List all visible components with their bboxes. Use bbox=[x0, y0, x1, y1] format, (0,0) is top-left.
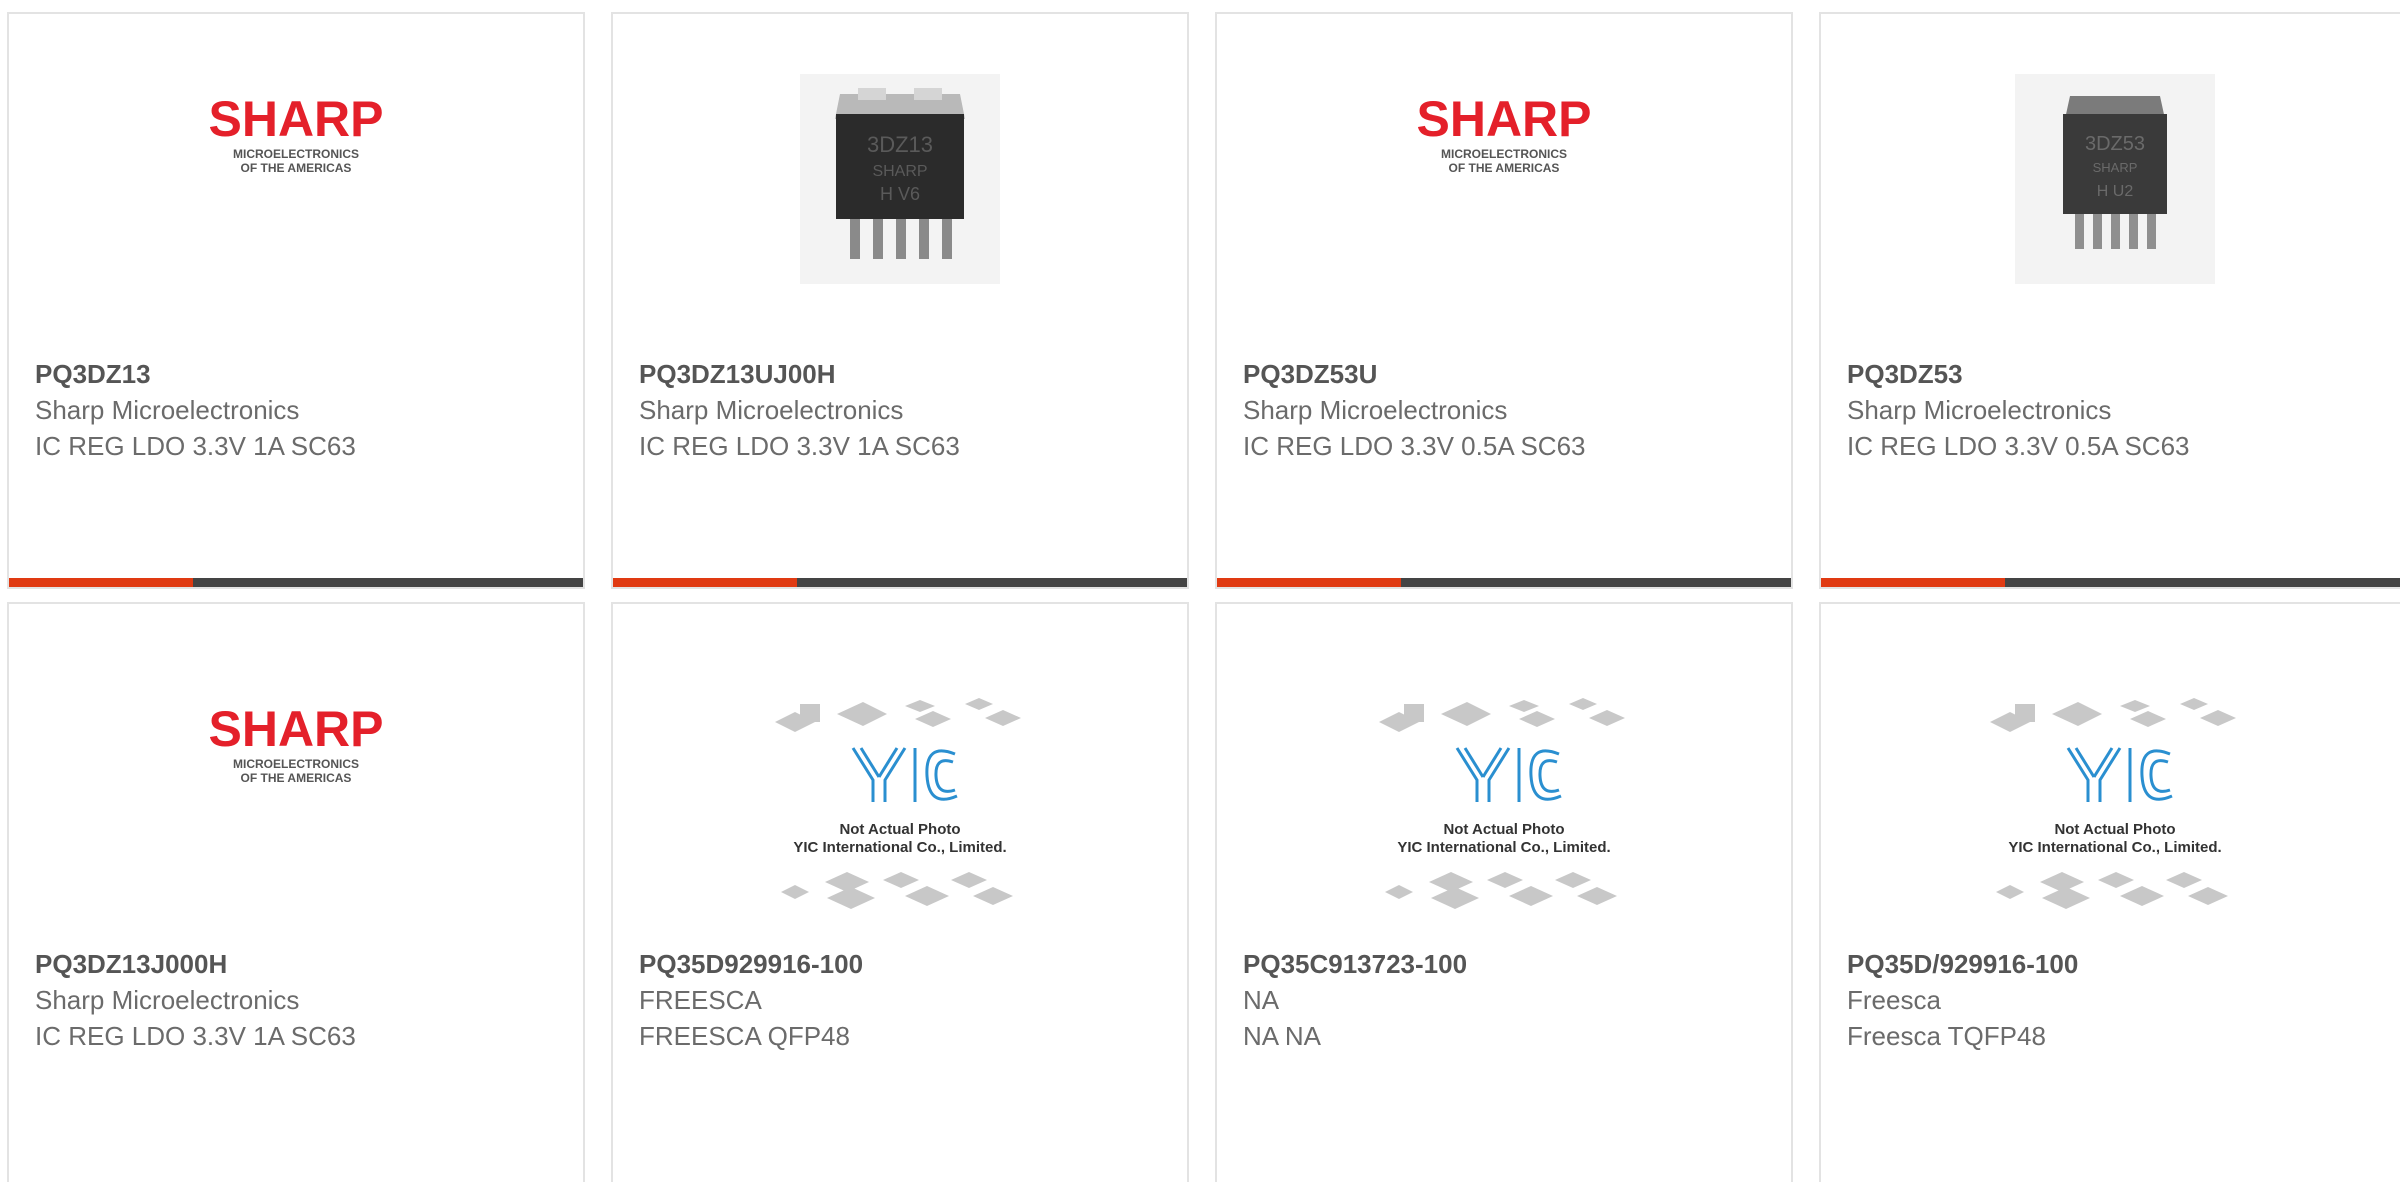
product-card[interactable]: 3DZ53 SHARP H U2 PQ3DZ53 Sharp Microelec… bbox=[1819, 12, 2400, 589]
svg-text:SHARP: SHARP bbox=[1416, 91, 1591, 147]
manufacturer: Freesca bbox=[1847, 985, 1941, 1015]
svg-text:OF THE AMERICAS: OF THE AMERICAS bbox=[241, 771, 352, 785]
description: IC REG LDO 3.3V 0.5A SC63 bbox=[1847, 431, 2190, 461]
part-number[interactable]: PQ3DZ53U bbox=[1243, 356, 1771, 392]
part-number[interactable]: PQ3DZ13J000H bbox=[35, 946, 563, 982]
svg-text:3DZ13: 3DZ13 bbox=[867, 132, 933, 157]
svg-text:SHARP: SHARP bbox=[208, 701, 383, 757]
card-bottom-bar bbox=[9, 578, 583, 587]
svg-text:OF THE AMERICAS: OF THE AMERICAS bbox=[1449, 161, 1560, 175]
product-card[interactable]: SHARP MICROELECTRONICS OF THE AMERICAS P… bbox=[7, 602, 585, 1182]
product-image[interactable]: SHARP MICROELECTRONICS OF THE AMERICAS bbox=[9, 684, 583, 934]
product-card[interactable]: Not Actual Photo YIC International Co., … bbox=[1215, 602, 1793, 1182]
product-card[interactable]: SHARP MICROELECTRONICS OF THE AMERICAS P… bbox=[1215, 12, 1793, 589]
product-image[interactable]: 3DZ53 SHARP H U2 bbox=[1821, 74, 2400, 324]
svg-text:MICROELECTRONICS: MICROELECTRONICS bbox=[1441, 147, 1567, 161]
svg-text:3DZ53: 3DZ53 bbox=[2085, 133, 2145, 155]
svg-text:SHARP: SHARP bbox=[872, 163, 927, 180]
description: IC REG LDO 3.3V 1A SC63 bbox=[35, 1021, 356, 1051]
svg-text:YIC International Co., Limited: YIC International Co., Limited. bbox=[2008, 839, 2221, 856]
description: NA NA bbox=[1243, 1021, 1322, 1051]
description: Freesca TQFP48 bbox=[1847, 1021, 2046, 1051]
card-bar-accent bbox=[613, 578, 797, 587]
manufacturer: FREESCA bbox=[639, 985, 762, 1015]
svg-text:H V6: H V6 bbox=[880, 184, 920, 204]
placeholder-photo-icon: Not Actual Photo YIC International Co., … bbox=[1990, 698, 2236, 909]
chip-photo-icon: 3DZ13 SHARP H V6 bbox=[800, 74, 1000, 284]
svg-text:SHARP: SHARP bbox=[2093, 160, 2138, 175]
svg-text:YIC International Co., Limited: YIC International Co., Limited. bbox=[1397, 839, 1610, 856]
description: FREESCA QFP48 bbox=[639, 1021, 850, 1051]
svg-text:MICROELECTRONICS: MICROELECTRONICS bbox=[233, 147, 359, 161]
sharp-logo-icon: SHARP MICROELECTRONICS OF THE AMERICAS bbox=[208, 91, 383, 175]
card-bottom-bar bbox=[613, 578, 1187, 587]
placeholder-photo-icon: Not Actual Photo YIC International Co., … bbox=[775, 698, 1021, 909]
card-bottom-bar bbox=[1217, 578, 1791, 587]
manufacturer: NA bbox=[1243, 985, 1280, 1015]
description: IC REG LDO 3.3V 0.5A SC63 bbox=[1243, 431, 1586, 461]
card-bar-accent bbox=[9, 578, 193, 587]
card-bar-accent bbox=[1821, 578, 2005, 587]
sharp-logo-icon: SHARP MICROELECTRONICS OF THE AMERICAS bbox=[208, 701, 383, 785]
product-card[interactable]: SHARP MICROELECTRONICS OF THE AMERICAS P… bbox=[7, 12, 585, 589]
product-image[interactable]: SHARP MICROELECTRONICS OF THE AMERICAS bbox=[9, 74, 583, 324]
description: IC REG LDO 3.3V 1A SC63 bbox=[639, 431, 960, 461]
product-image[interactable]: 3DZ13 SHARP H V6 bbox=[613, 74, 1187, 324]
manufacturer: Sharp Microelectronics bbox=[35, 395, 300, 425]
chip-photo-icon: 3DZ53 SHARP H U2 bbox=[2015, 74, 2215, 284]
product-image[interactable]: SHARP MICROELECTRONICS OF THE AMERICAS bbox=[1217, 74, 1791, 324]
product-card[interactable]: Not Actual Photo YIC International Co., … bbox=[611, 602, 1189, 1182]
manufacturer: Sharp Microelectronics bbox=[1847, 395, 2112, 425]
manufacturer: Sharp Microelectronics bbox=[35, 985, 300, 1015]
card-bottom-bar bbox=[1821, 578, 2400, 587]
manufacturer: Sharp Microelectronics bbox=[639, 395, 904, 425]
manufacturer: Sharp Microelectronics bbox=[1243, 395, 1508, 425]
svg-text:MICROELECTRONICS: MICROELECTRONICS bbox=[233, 757, 359, 771]
product-grid: SHARP MICROELECTRONICS OF THE AMERICAS P… bbox=[0, 0, 2400, 1182]
product-card[interactable]: 3DZ13 SHARP H V6 PQ3DZ13UJ00H Sharp Micr… bbox=[611, 12, 1189, 589]
product-image[interactable]: Not Actual Photo YIC International Co., … bbox=[613, 684, 1187, 934]
part-number[interactable]: PQ3DZ13UJ00H bbox=[639, 356, 1167, 392]
part-number[interactable]: PQ3DZ13 bbox=[35, 356, 563, 392]
part-number[interactable]: PQ35D929916-100 bbox=[639, 946, 1167, 982]
part-number[interactable]: PQ35D/929916-100 bbox=[1847, 946, 2389, 982]
svg-text:Not Actual Photo: Not Actual Photo bbox=[2054, 821, 2175, 838]
svg-text:YIC International Co., Limited: YIC International Co., Limited. bbox=[793, 839, 1006, 856]
part-number[interactable]: PQ35C913723-100 bbox=[1243, 946, 1771, 982]
product-image[interactable]: Not Actual Photo YIC International Co., … bbox=[1821, 684, 2400, 934]
sharp-logo-icon: SHARP MICROELECTRONICS OF THE AMERICAS bbox=[1416, 91, 1591, 175]
svg-text:OF THE AMERICAS: OF THE AMERICAS bbox=[241, 161, 352, 175]
part-number[interactable]: PQ3DZ53 bbox=[1847, 356, 2389, 392]
svg-text:Not Actual Photo: Not Actual Photo bbox=[839, 821, 960, 838]
placeholder-photo-icon: Not Actual Photo YIC International Co., … bbox=[1379, 698, 1625, 909]
description: IC REG LDO 3.3V 1A SC63 bbox=[35, 431, 356, 461]
product-card[interactable]: Not Actual Photo YIC International Co., … bbox=[1819, 602, 2400, 1182]
product-image[interactable]: Not Actual Photo YIC International Co., … bbox=[1217, 684, 1791, 934]
svg-text:SHARP: SHARP bbox=[208, 91, 383, 147]
card-bar-accent bbox=[1217, 578, 1401, 587]
svg-text:H U2: H U2 bbox=[2097, 183, 2134, 200]
svg-text:Not Actual Photo: Not Actual Photo bbox=[1443, 821, 1564, 838]
